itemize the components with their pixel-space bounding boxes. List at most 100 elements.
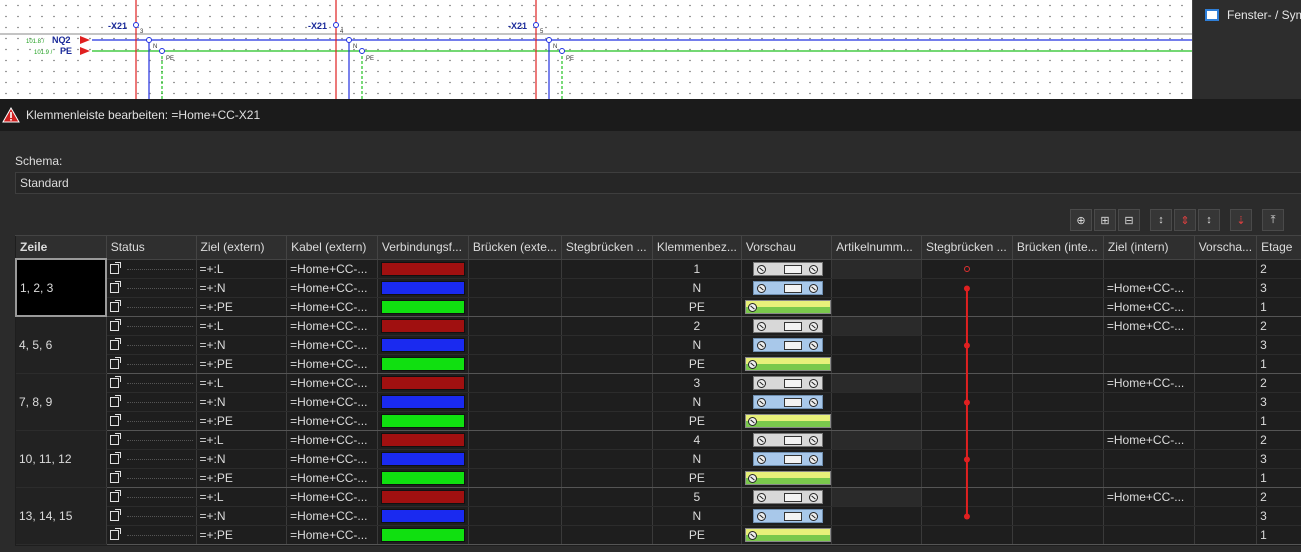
ziel-intern-cell[interactable]: =Home+CC-... — [1103, 278, 1195, 298]
bruecken-intern-cell[interactable] — [1012, 525, 1104, 545]
etage-cell[interactable]: 1 — [1256, 354, 1301, 374]
vorschau-intern-cell[interactable] — [1194, 316, 1258, 336]
ziel-extern-cell[interactable]: =+:N — [196, 506, 288, 526]
kabel-extern-cell[interactable]: =Home+CC-... — [286, 297, 378, 317]
vorschau-intern-cell[interactable] — [1194, 449, 1258, 469]
artikelnummer-cell[interactable] — [831, 316, 922, 336]
verbindungsfarbe-cell[interactable] — [377, 316, 469, 336]
vorschau-intern-cell[interactable] — [1194, 506, 1258, 526]
vorschau-intern-cell[interactable] — [1194, 373, 1258, 393]
status-cell[interactable] — [106, 316, 197, 336]
etage-cell[interactable]: 1 — [1256, 297, 1301, 317]
kabel-extern-cell[interactable]: =Home+CC-... — [286, 373, 378, 393]
kabel-extern-cell[interactable]: =Home+CC-... — [286, 392, 378, 412]
vorschau-intern-cell[interactable] — [1194, 259, 1258, 279]
artikelnummer-cell[interactable] — [831, 392, 922, 412]
status-cell[interactable] — [106, 259, 197, 279]
ziel-extern-cell[interactable]: =+:N — [196, 449, 288, 469]
column-header-ziel-intern[interactable]: Ziel (intern) — [1103, 236, 1195, 260]
verbindungsfarbe-cell[interactable] — [377, 411, 469, 431]
status-cell[interactable] — [106, 411, 197, 431]
stegbruecken-extern-cell[interactable] — [561, 411, 653, 431]
vorschau-intern-cell[interactable] — [1194, 487, 1258, 507]
artikelnummer-cell[interactable] — [831, 487, 922, 507]
vorschau-cell[interactable] — [741, 487, 833, 507]
move2-icon[interactable]: ↕ — [1198, 209, 1220, 231]
vorschau-cell[interactable] — [741, 449, 833, 469]
kabel-extern-cell[interactable]: =Home+CC-... — [286, 449, 378, 469]
ziel-extern-cell[interactable]: =+:L — [196, 259, 288, 279]
zeile-cell[interactable]: 13, 14, 15 — [16, 487, 107, 545]
klemmenbezeichnung-cell[interactable]: N — [652, 335, 742, 355]
column-header-verbindungsfarbe[interactable]: Verbindungsf... — [377, 236, 469, 260]
ziel-intern-cell[interactable] — [1103, 392, 1195, 412]
vorschau-cell[interactable] — [741, 430, 833, 450]
vorschau-intern-cell[interactable] — [1194, 297, 1258, 317]
artikelnummer-cell[interactable] — [831, 335, 922, 355]
stegbruecken-intern-cell[interactable] — [921, 392, 1013, 412]
etage-cell[interactable]: 3 — [1256, 392, 1301, 412]
stegbruecken-extern-cell[interactable] — [561, 354, 653, 374]
stegbruecken-intern-cell[interactable] — [921, 259, 1013, 279]
column-header-klemmenbezeichnung[interactable]: Klemmenbez... — [652, 236, 742, 260]
status-cell[interactable] — [106, 487, 197, 507]
move-icon[interactable]: ↕ — [1150, 209, 1172, 231]
etage-cell[interactable]: 3 — [1256, 506, 1301, 526]
etage-cell[interactable]: 3 — [1256, 335, 1301, 355]
kabel-extern-cell[interactable]: =Home+CC-... — [286, 354, 378, 374]
bruecken-intern-cell[interactable] — [1012, 259, 1104, 279]
verbindungsfarbe-cell[interactable] — [377, 354, 469, 374]
klemmenbezeichnung-cell[interactable]: 3 — [652, 373, 742, 393]
stegbruecken-extern-cell[interactable] — [561, 259, 653, 279]
vorschau-cell[interactable] — [741, 392, 833, 412]
ziel-intern-cell[interactable] — [1103, 259, 1195, 279]
klemmenbezeichnung-cell[interactable]: PE — [652, 354, 742, 374]
ziel-extern-cell[interactable]: =+:L — [196, 487, 288, 507]
klemmenbezeichnung-cell[interactable]: 1 — [652, 259, 742, 279]
stegbruecken-intern-cell[interactable] — [921, 278, 1013, 298]
klemmenbezeichnung-cell[interactable]: 5 — [652, 487, 742, 507]
ziel-intern-cell[interactable] — [1103, 468, 1195, 488]
table-row[interactable]: 1, 2, 3 =+:L =Home+CC-... 1 2 — [15, 258, 1301, 317]
etage-cell[interactable]: 3 — [1256, 278, 1301, 298]
bruecken-extern-cell[interactable] — [468, 278, 562, 298]
bruecken-intern-cell[interactable] — [1012, 373, 1104, 393]
vorschau-cell[interactable] — [741, 316, 833, 336]
bruecken-intern-cell[interactable] — [1012, 335, 1104, 355]
kabel-extern-cell[interactable]: =Home+CC-... — [286, 316, 378, 336]
etage-cell[interactable]: 1 — [1256, 411, 1301, 431]
column-header-stegbruecken-intern[interactable]: Stegbrücken ... — [921, 236, 1013, 260]
table-row[interactable]: 10, 11, 12 =+:L =Home+CC-... 4 =Home+CC-... 2 — [16, 430, 1301, 488]
table-row[interactable]: =+:PE =Home+CC-... PE 1 — [16, 411, 1301, 431]
zeile-cell[interactable]: 7, 8, 9 — [16, 373, 107, 431]
vorschau-cell[interactable] — [741, 335, 833, 355]
ziel-extern-cell[interactable]: =+:N — [196, 335, 288, 355]
status-cell[interactable] — [106, 392, 197, 412]
vorschau-intern-cell[interactable] — [1194, 278, 1258, 298]
delete-icon[interactable]: ⇣ — [1230, 209, 1252, 231]
stegbruecken-extern-cell[interactable] — [561, 506, 653, 526]
column-header-kabel-extern[interactable]: Kabel (extern) — [286, 236, 378, 260]
stegbruecken-extern-cell[interactable] — [561, 278, 653, 298]
table-row[interactable]: =+:N =Home+CC-... N 3 — [16, 449, 1301, 469]
verbindungsfarbe-cell[interactable] — [377, 487, 469, 507]
klemmenbezeichnung-cell[interactable]: 2 — [652, 316, 742, 336]
bruecken-intern-cell[interactable] — [1012, 487, 1104, 507]
verbindungsfarbe-cell[interactable] — [377, 259, 469, 279]
ziel-extern-cell[interactable]: =+:L — [196, 373, 288, 393]
klemmenbezeichnung-cell[interactable]: PE — [652, 525, 742, 545]
ziel-intern-cell[interactable] — [1103, 525, 1195, 545]
stegbruecken-intern-cell[interactable] — [921, 297, 1013, 317]
kabel-extern-cell[interactable]: =Home+CC-... — [286, 278, 378, 298]
status-cell[interactable] — [106, 335, 197, 355]
verbindungsfarbe-cell[interactable] — [377, 335, 469, 355]
klemmenbezeichnung-cell[interactable]: PE — [652, 297, 742, 317]
ziel-intern-cell[interactable] — [1103, 449, 1195, 469]
table-row[interactable]: =+:PE =Home+CC-... PE =Home+CC-... 1 — [16, 297, 1301, 317]
zeile-cell[interactable]: 4, 5, 6 — [16, 316, 107, 374]
vorschau-cell[interactable] — [741, 278, 833, 298]
kabel-extern-cell[interactable]: =Home+CC-... — [286, 525, 378, 545]
klemmenbezeichnung-cell[interactable]: N — [652, 278, 742, 298]
artikelnummer-cell[interactable] — [831, 430, 922, 450]
bruecken-extern-cell[interactable] — [468, 430, 562, 450]
